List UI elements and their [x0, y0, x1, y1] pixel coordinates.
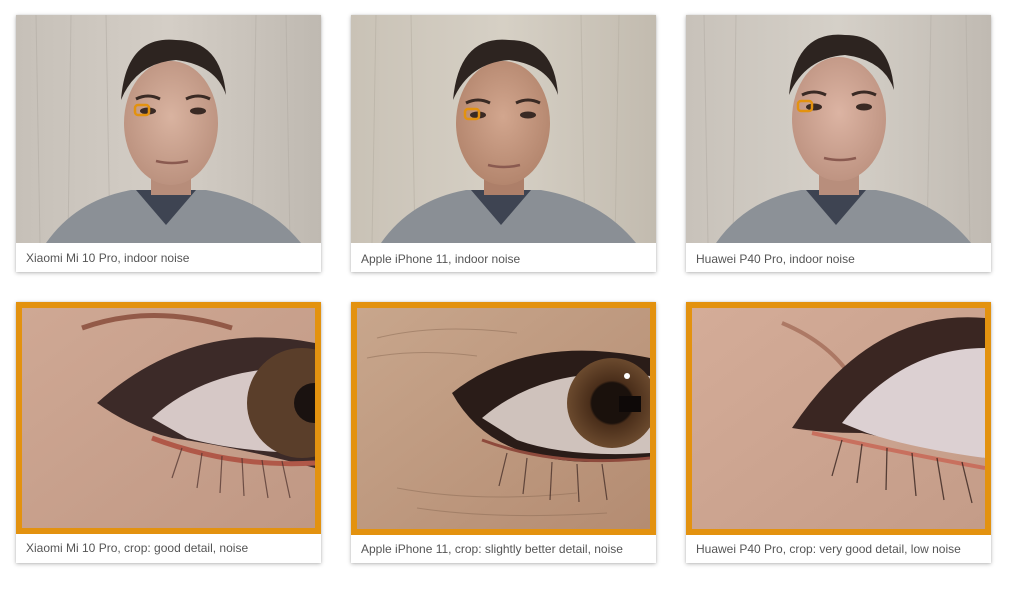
portrait-photo-xiaomi[interactable]	[16, 15, 321, 243]
crop-photo-huawei[interactable]	[692, 308, 985, 529]
crop-caption-huawei: Huawei P40 Pro, crop: very good detail, …	[696, 542, 961, 556]
portrait-card-iphone[interactable]: Apple iPhone 11, indoor noise	[351, 15, 656, 272]
crop-card-iphone[interactable]: Apple iPhone 11, crop: slightly better d…	[351, 302, 656, 563]
portrait-caption-xiaomi: Xiaomi Mi 10 Pro, indoor noise	[26, 251, 190, 265]
crop-photo-xiaomi[interactable]	[22, 308, 315, 528]
crop-caption-xiaomi: Xiaomi Mi 10 Pro, crop: good detail, noi…	[26, 541, 249, 555]
crop-photo-iphone[interactable]	[357, 308, 650, 529]
crop-caption-iphone: Apple iPhone 11, crop: slightly better d…	[361, 542, 623, 556]
crop-card-xiaomi[interactable]: Xiaomi Mi 10 Pro, crop: good detail, noi…	[16, 302, 321, 563]
portrait-caption-iphone: Apple iPhone 11, indoor noise	[361, 252, 521, 266]
portrait-card-huawei[interactable]: Huawei P40 Pro, indoor noise	[686, 15, 991, 272]
portrait-caption-huawei: Huawei P40 Pro, indoor noise	[696, 252, 855, 266]
portrait-photo-huawei[interactable]	[686, 15, 991, 243]
crop-card-huawei[interactable]: Huawei P40 Pro, crop: very good detail, …	[686, 302, 991, 563]
portrait-card-xiaomi[interactable]: Xiaomi Mi 10 Pro, indoor noise	[16, 15, 321, 272]
portrait-photo-iphone[interactable]	[351, 15, 656, 243]
